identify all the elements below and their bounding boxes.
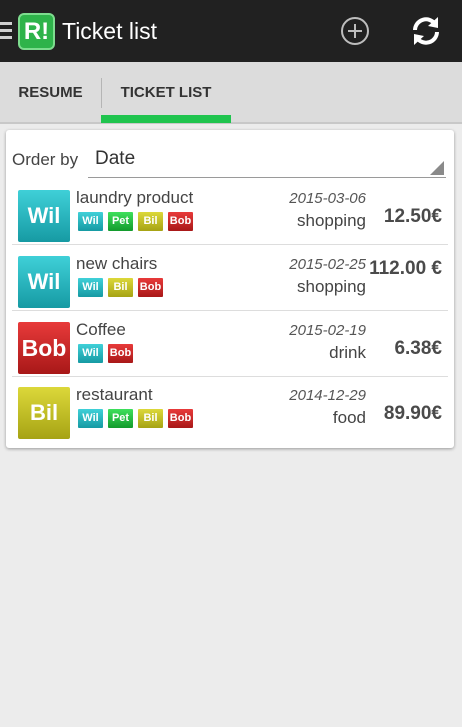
tab-resume[interactable]: RESUME xyxy=(0,62,101,124)
ticket-name: new chairs xyxy=(76,254,158,273)
order-by-value: Date xyxy=(95,148,136,169)
ticket-date: 2014-12-29 xyxy=(289,387,366,404)
participant-tag: Wil xyxy=(78,212,103,231)
ticket-date: 2015-02-25 xyxy=(289,256,366,273)
participant-tag: Wil xyxy=(78,278,103,297)
participant-tag: Bob xyxy=(108,344,133,363)
participant-tag: Wil xyxy=(78,409,103,428)
ticket-amount: 6.38€ xyxy=(394,338,442,359)
participant-tag: Bob xyxy=(138,278,163,297)
ticket-name: laundry product xyxy=(76,188,194,207)
payer-avatar: Bil xyxy=(18,387,70,439)
participant-tag: Bil xyxy=(108,278,133,297)
ticket-amount: 112.00 € xyxy=(369,258,442,279)
participant-tags: Wil Pet Bil Bob xyxy=(78,409,198,429)
ticket-row[interactable]: Bob Coffee Wil Bob 2015-02-19 drink 6.38€ xyxy=(12,312,448,377)
ticket-category: drink xyxy=(329,343,366,362)
action-bar: R! Ticket list xyxy=(0,0,462,62)
participant-tag: Pet xyxy=(108,409,133,428)
participant-tag: Bil xyxy=(138,212,163,231)
ticket-category: food xyxy=(332,408,366,427)
tab-selected-indicator xyxy=(101,115,231,123)
participant-tags: Wil Pet Bil Bob xyxy=(78,212,198,232)
ticket-date: 2015-03-06 xyxy=(289,190,366,207)
app-logo[interactable]: R! xyxy=(18,13,55,50)
ticket-amount: 12.50€ xyxy=(383,206,442,227)
order-by-label: Order by xyxy=(12,150,79,169)
ticket-row[interactable]: Bil restaurant Wil Pet Bil Bob 2014-12-29 food 8… xyxy=(12,377,448,442)
ticket-name: restaurant xyxy=(76,385,153,404)
ticket-row[interactable]: Wil laundry product Wil Pet Bil Bob 2015-03-06… xyxy=(12,180,448,245)
ticket-card: Order by Date Wil laundry product Wil Pet Bi… xyxy=(6,130,454,448)
ticket-amount: 89.90€ xyxy=(383,403,442,424)
ticket-category: shopping xyxy=(296,211,366,230)
payer-avatar: Wil xyxy=(18,190,70,242)
participant-tags: Wil Bob xyxy=(78,344,138,364)
participant-tag: Pet xyxy=(108,212,133,231)
ticket-date: 2015-02-19 xyxy=(289,322,366,339)
order-by-select[interactable]: Date xyxy=(88,142,446,178)
menu-icon[interactable] xyxy=(0,22,12,40)
ticket-category: shopping xyxy=(296,277,366,296)
dropdown-caret-icon xyxy=(430,161,444,175)
participant-tag: Wil xyxy=(78,344,103,363)
payer-avatar: Wil xyxy=(18,256,70,308)
page-title: Ticket list xyxy=(62,18,157,44)
participant-tag: Bob xyxy=(168,409,193,428)
participant-tag: Bil xyxy=(138,409,163,428)
refresh-icon[interactable] xyxy=(408,13,444,49)
ticket-row[interactable]: Wil new chairs Wil Bil Bob 2015-02-25 shopping… xyxy=(12,246,448,311)
ticket-name: Coffee xyxy=(76,320,126,339)
participant-tag: Bob xyxy=(168,212,193,231)
participant-tags: Wil Bil Bob xyxy=(78,278,168,298)
payer-avatar: Bob xyxy=(18,322,70,374)
tab-bar: RESUME TICKET LIST xyxy=(0,62,462,124)
add-circle-icon[interactable] xyxy=(338,14,372,48)
